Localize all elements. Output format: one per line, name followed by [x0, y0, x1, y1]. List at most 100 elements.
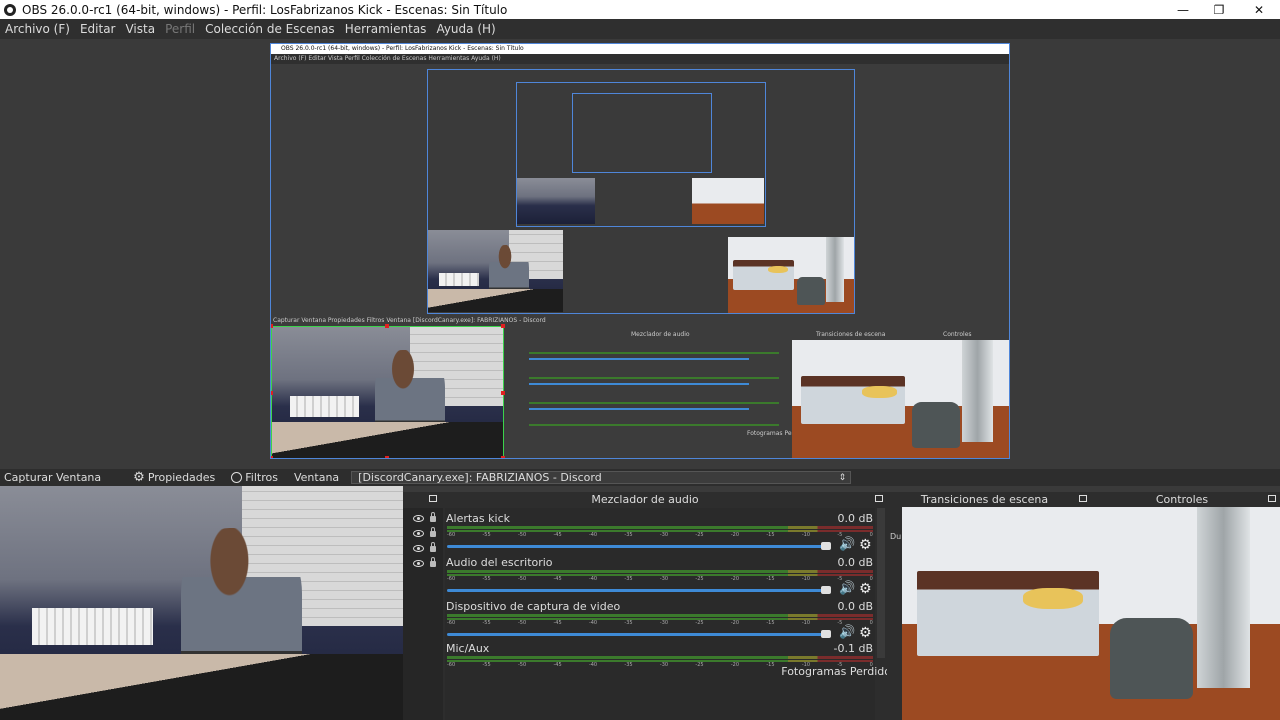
- volume-icon[interactable]: 🔊: [839, 538, 855, 552]
- window-select-value: [DiscordCanary.exe]: FABRIZIANOS - Disco…: [358, 471, 602, 484]
- window-select[interactable]: [DiscordCanary.exe]: FABRIZIANOS - Disco…: [351, 471, 852, 484]
- nested-camera-image-2: [428, 230, 563, 312]
- volume-icon[interactable]: 🔊: [839, 626, 855, 640]
- menu-editar[interactable]: Editar: [75, 22, 121, 36]
- obs-logo-icon: [4, 3, 16, 16]
- nested-preview-1: [427, 69, 855, 314]
- undock-icon-left[interactable]: [429, 495, 437, 502]
- gear-icon[interactable]: ⚙: [859, 582, 873, 596]
- resize-handle-tr[interactable]: [501, 324, 505, 328]
- gear-icon: ⚙: [133, 470, 145, 485]
- level-meter: [447, 570, 873, 573]
- nested-source-toolbar: Capturar Ventana Propiedades Filtros Ven…: [273, 317, 546, 324]
- resize-handle-l[interactable]: [271, 391, 273, 395]
- volume-icon[interactable]: 🔊: [839, 582, 855, 596]
- menu-vista[interactable]: Vista: [120, 22, 160, 36]
- right-docks-header: Transiciones de escena Controles: [887, 492, 1280, 507]
- mixer-scrollbar[interactable]: [877, 508, 885, 658]
- source-selection-box[interactable]: [271, 326, 504, 458]
- close-button[interactable]: ✕: [1236, 0, 1280, 19]
- channel-name: Alertas kick: [446, 512, 510, 525]
- audio-mixer-dock: Mezclador de audio Alertas kick 0.0 dB -…: [403, 492, 891, 720]
- nested-controls-title: Controles: [943, 331, 972, 338]
- resize-handle-tl[interactable]: [271, 324, 273, 328]
- level-meter: [447, 614, 873, 617]
- camera-feed-bottom: [0, 486, 403, 720]
- nested-window-title: OBS 26.0.0-rc1 (64-bit, windows) - Perfi…: [271, 44, 1009, 54]
- menu-bar: Archivo (F) Editar Vista Perfil Colecció…: [0, 19, 1280, 39]
- controls-dock-title: Controles: [1155, 493, 1209, 506]
- channel-name: Mic/Aux: [446, 642, 490, 655]
- lock-icon[interactable]: [430, 542, 436, 552]
- resize-handle-br[interactable]: [501, 456, 505, 458]
- nested-transitions-title: Transiciones de escena: [816, 331, 886, 338]
- menu-archivo[interactable]: Archivo (F): [0, 22, 75, 36]
- nested-room-image-2: [728, 237, 854, 313]
- properties-button[interactable]: ⚙ Propiedades: [133, 470, 215, 485]
- volume-slider-knob[interactable]: [821, 542, 831, 550]
- menu-ayuda[interactable]: Ayuda (H): [431, 22, 500, 36]
- nested-room-image: [692, 178, 764, 224]
- meter-ticks: -60 -55 -50 -45 -40 -35 -30 -25 -20 -15 -10 -5 0: [447, 532, 873, 538]
- volume-slider[interactable]: [447, 545, 827, 548]
- channel-name: Dispositivo de captura de video: [446, 600, 621, 613]
- source-name: Capturar Ventana: [4, 471, 102, 484]
- gear-icon[interactable]: ⚙: [859, 626, 873, 640]
- resize-handle-r[interactable]: [501, 391, 505, 395]
- eye-icon[interactable]: [413, 514, 424, 522]
- lock-icon[interactable]: [430, 512, 436, 522]
- source-toolbar: Capturar Ventana ⚙ Propiedades Filtros V…: [0, 469, 1280, 486]
- preview-canvas[interactable]: OBS 26.0.0-rc1 (64-bit, windows) - Perfi…: [270, 43, 1010, 459]
- nested-mixer-meters: [529, 344, 779, 429]
- eye-icon[interactable]: [413, 559, 424, 567]
- undock-icon[interactable]: [1079, 495, 1087, 502]
- window-titlebar: OBS 26.0.0-rc1 (64-bit, windows) - Perfi…: [0, 0, 1280, 19]
- filter-icon: [231, 472, 243, 483]
- eye-icon[interactable]: [413, 544, 424, 552]
- window-title: OBS 26.0.0-rc1 (64-bit, windows) - Perfi…: [22, 2, 508, 17]
- lock-icon[interactable]: [430, 557, 436, 567]
- resize-handle-b[interactable]: [385, 456, 389, 458]
- resize-handle-bl[interactable]: [271, 456, 273, 458]
- volume-slider-knob[interactable]: [821, 630, 831, 638]
- room-source-preview[interactable]: [792, 340, 1009, 458]
- window-label: Ventana: [293, 471, 340, 484]
- nested-camera-image: [517, 178, 595, 224]
- channel-db: -0.1 dB: [833, 642, 874, 655]
- resize-handle-t[interactable]: [385, 324, 389, 328]
- volume-slider[interactable]: [447, 633, 827, 636]
- mixer-channel: Dispositivo de captura de video 0.0 dB -…: [445, 600, 875, 644]
- mixer-channels: Alertas kick 0.0 dB -60 -55 -50 -45 -40 -35 -3…: [445, 508, 891, 720]
- eye-icon[interactable]: [413, 529, 424, 537]
- audio-mixer-title: Mezclador de audio: [591, 493, 699, 506]
- audio-mixer-header: Mezclador de audio: [403, 492, 887, 507]
- undock-icon[interactable]: [1268, 495, 1276, 502]
- gear-icon[interactable]: ⚙: [859, 538, 873, 552]
- frames-dropped-label: Fotogramas Perdido: [781, 665, 891, 678]
- lock-icon[interactable]: [430, 527, 436, 537]
- visibility-row: [413, 512, 436, 522]
- nested-preview-3: [572, 93, 712, 173]
- undock-icon[interactable]: [875, 495, 883, 502]
- volume-slider[interactable]: [447, 589, 827, 592]
- source-visibility-list: [403, 508, 443, 720]
- visibility-row: [413, 542, 436, 552]
- channel-name: Audio del escritorio: [446, 556, 553, 569]
- channel-db: 0.0 dB: [837, 512, 873, 525]
- preview-area[interactable]: OBS 26.0.0-rc1 (64-bit, windows) - Perfi…: [0, 39, 1280, 469]
- transitions-dock-title: Transiciones de escena: [920, 493, 1049, 506]
- properties-label: Propiedades: [147, 471, 216, 484]
- mixer-channel: Alertas kick 0.0 dB -60 -55 -50 -45 -40 -35 -3…: [445, 512, 875, 556]
- nested-menu-bar: Archivo (F) Editar Vista Perfil Colecció…: [271, 54, 1009, 64]
- menu-coleccion-escenas[interactable]: Colección de Escenas: [200, 22, 340, 36]
- nested-mixer-title: Mezclador de audio: [631, 331, 690, 338]
- meter-ticks: -60 -55 -50 -45 -40 -35 -30 -25 -20 -15 -10 -5 0: [447, 620, 873, 626]
- menu-perfil[interactable]: Perfil: [160, 22, 200, 36]
- filters-button[interactable]: Filtros: [231, 471, 278, 484]
- menu-herramientas[interactable]: Herramientas: [340, 22, 432, 36]
- truncated-dock-text: Du: [890, 532, 902, 541]
- volume-slider-knob[interactable]: [821, 586, 831, 594]
- mixer-channel: Audio del escritorio 0.0 dB -60 -55 -50 -45…: [445, 556, 875, 600]
- visibility-row: [413, 527, 436, 537]
- transitions-dock-body: Du: [887, 507, 902, 720]
